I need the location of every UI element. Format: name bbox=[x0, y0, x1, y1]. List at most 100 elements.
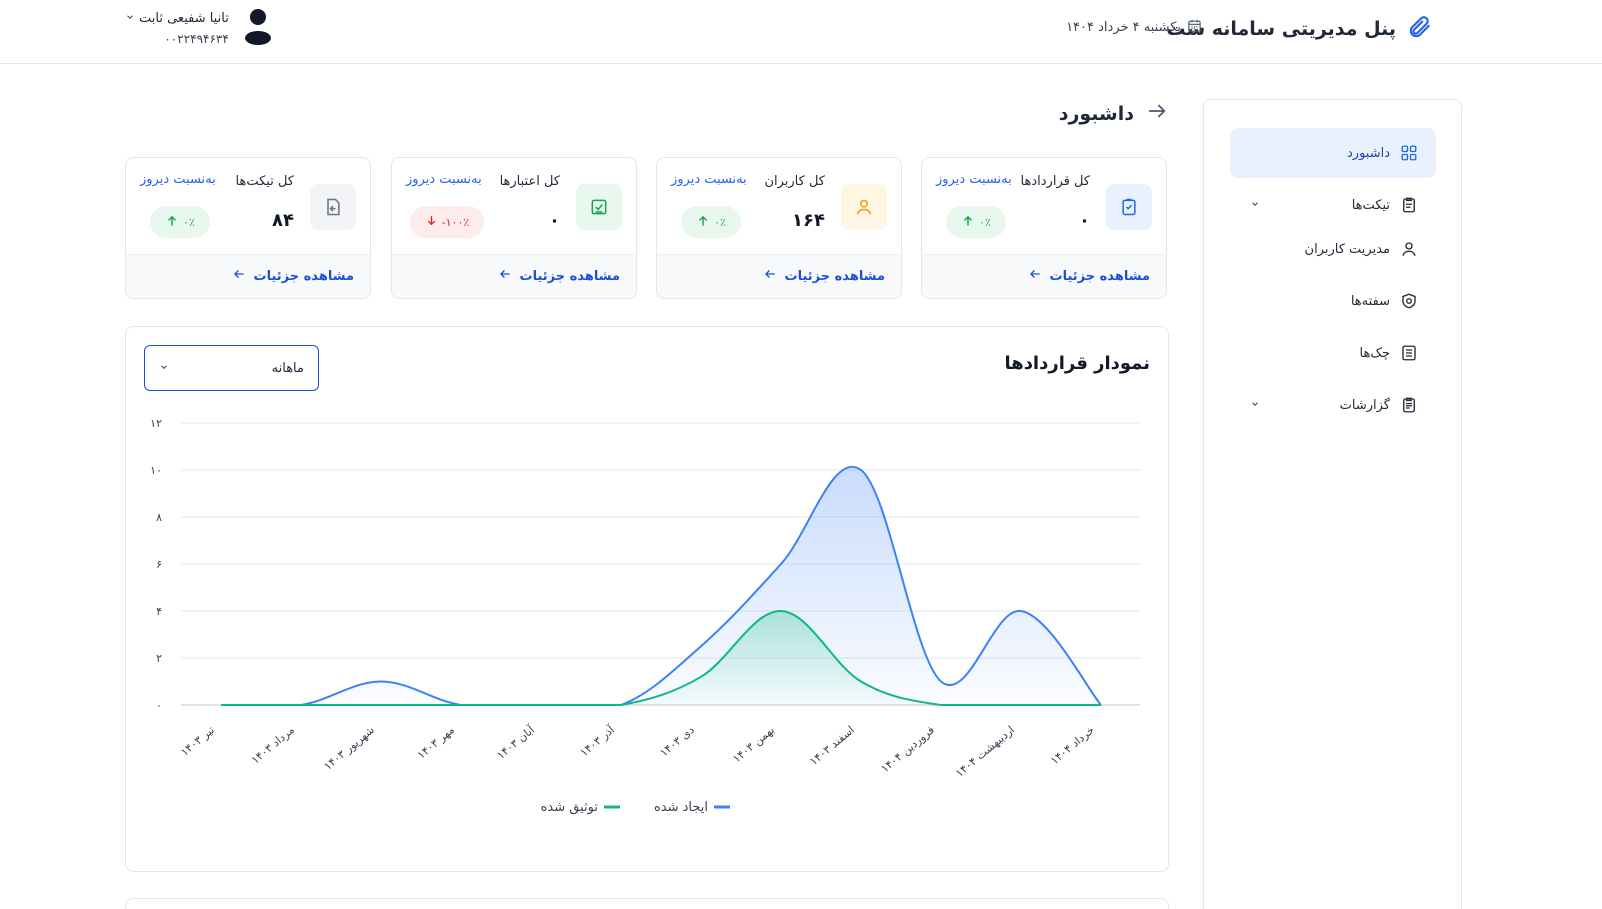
card-footer: مشاهده جزئیات bbox=[392, 254, 636, 298]
x-tick-label: بهمن ۱۴۰۳ bbox=[730, 723, 777, 765]
y-tick-label: ۶ bbox=[156, 558, 162, 571]
paperclip-icon bbox=[1406, 14, 1432, 44]
view-details-link[interactable]: مشاهده جزئیات bbox=[1028, 267, 1150, 285]
change-text: ۰٪ bbox=[183, 215, 195, 229]
link-text: مشاهده جزئیات bbox=[784, 268, 885, 284]
series-area bbox=[221, 466, 1101, 705]
y-tick-label: ۴ bbox=[156, 605, 162, 618]
sidebar-item-label: داشبورد bbox=[1347, 145, 1390, 161]
sidebar-item-promissory-notes[interactable]: سفته‌ها bbox=[1230, 276, 1436, 326]
arrow-left-icon bbox=[763, 267, 777, 285]
sidebar-item-label: چک‌ها bbox=[1359, 345, 1391, 361]
top-bar: پنل مدیریتی سامانه ست یکشنبه ۴ خرداد ۱۴۰… bbox=[0, 0, 1602, 64]
change-badge: ۰٪ bbox=[946, 206, 1006, 238]
chevron-down-icon bbox=[125, 11, 135, 26]
link-text: مشاهده جزئیات bbox=[519, 268, 620, 284]
view-details-link[interactable]: مشاهده جزئیات bbox=[763, 267, 885, 285]
y-tick-label: ۲ bbox=[156, 652, 162, 665]
user-name-text: تانیا شفیعی ثابت bbox=[139, 10, 229, 26]
card-compare: به‌نسبت دیروز bbox=[406, 172, 482, 187]
chart-title: نمودار قراردادها bbox=[1004, 353, 1150, 374]
user-phone: ۰۰۲۲۴۹۴۶۳۴ bbox=[164, 31, 229, 46]
shield-icon bbox=[1400, 292, 1418, 310]
arrow-right-icon[interactable] bbox=[1146, 100, 1168, 127]
sidebar-item-label: گزارشات bbox=[1339, 397, 1390, 413]
card-label: کل قراردادها bbox=[1020, 174, 1090, 189]
clipboard-icon bbox=[1400, 196, 1418, 214]
change-badge: ۰٪ bbox=[681, 206, 741, 238]
legend-label: ایجاد شده bbox=[654, 800, 708, 815]
sidebar-item-tickets[interactable]: تیکت‌ها bbox=[1230, 180, 1436, 230]
sidebar-item-label: تیکت‌ها bbox=[1351, 197, 1390, 213]
ticket-icon bbox=[310, 184, 356, 230]
page-title-text: داشبورد bbox=[1058, 102, 1134, 125]
sidebar-item-users[interactable]: مدیریت کاربران bbox=[1230, 224, 1436, 274]
link-text: مشاهده جزئیات bbox=[253, 268, 354, 284]
arrow-left-icon bbox=[1028, 267, 1042, 285]
sidebar-item-dashboard[interactable]: داشبورد bbox=[1230, 128, 1436, 178]
change-badge: ۰٪ bbox=[150, 206, 210, 238]
grid-icon bbox=[1400, 144, 1418, 162]
card-footer: مشاهده جزئیات bbox=[922, 254, 1166, 298]
sidebar-item-cheques[interactable]: چک‌ها bbox=[1230, 328, 1436, 378]
x-tick-label: آذر ۱۴۰۳ bbox=[577, 722, 618, 759]
arrow-down-icon bbox=[425, 214, 438, 230]
sidebar-item-label: سفته‌ها bbox=[1350, 293, 1390, 309]
list-icon bbox=[1400, 344, 1418, 362]
contracts-chart-card: ۰ ۲ ۴ ۶ ۸ ۱۰ ۱۲ تیر ۱۴۰۳ مرداد ۱۴۰۳ شهریور ۱۴۰۳ مه… bbox=[125, 326, 1169, 872]
view-details-link[interactable]: مشاهده جزئیات bbox=[232, 267, 354, 285]
card-value: ۸۴ bbox=[272, 210, 294, 231]
card-value: ۰ bbox=[1079, 210, 1090, 231]
card-compare: به‌نسبت دیروز bbox=[140, 172, 216, 187]
arrow-up-icon bbox=[961, 214, 975, 231]
y-tick-label: ۱۲ bbox=[150, 417, 162, 430]
y-tick-label: ۰ bbox=[156, 699, 162, 712]
series-line bbox=[220, 466, 1102, 706]
user-name[interactable]: تانیا شفیعی ثابت bbox=[125, 11, 229, 26]
date-text: یکشنبه ۴ خرداد ۱۴۰۴ bbox=[1066, 20, 1181, 35]
report-icon bbox=[1400, 396, 1418, 414]
user-menu[interactable]: تانیا شفیعی ثابت ۰۰۲۲۴۹۴۶۳۴ bbox=[125, 6, 273, 50]
chevron-down-icon bbox=[159, 361, 169, 376]
period-select[interactable]: ماهانه bbox=[144, 345, 319, 391]
stat-card-users: کل کاربران به‌نسبت دیروز ۱۶۴ ۰٪ مشاهده ج… bbox=[656, 157, 902, 299]
x-tick-label: مهر ۱۴۰۳ bbox=[415, 723, 457, 761]
link-text: مشاهده جزئیات bbox=[1049, 268, 1150, 284]
sidebar: داشبورد تیکت‌ها مدیریت کاربران سفته‌ها چ… bbox=[1203, 99, 1462, 909]
user-icon bbox=[841, 184, 887, 230]
x-tick-label: خرداد ۱۴۰۴ bbox=[1048, 723, 1097, 767]
view-details-link[interactable]: مشاهده جزئیات bbox=[498, 267, 620, 285]
contract-icon bbox=[1106, 184, 1152, 230]
x-tick-label: تیر ۱۴۰۳ bbox=[178, 723, 217, 758]
stat-card-tickets: کل تیکت‌ها به‌نسبت دیروز ۸۴ ۰٪ مشاهده جز… bbox=[125, 157, 371, 299]
y-tick-label: ۸ bbox=[156, 511, 162, 524]
x-tick-label: شهریور ۱۴۰۳ bbox=[321, 723, 377, 773]
x-tick-label: فروردین ۱۴۰۴ bbox=[878, 723, 936, 775]
change-text: -۱۰۰٪ bbox=[441, 215, 470, 229]
sidebar-item-reports[interactable]: گزارشات bbox=[1230, 380, 1436, 430]
x-tick-label: مرداد ۱۴۰۳ bbox=[249, 723, 297, 766]
card-label: کل کاربران bbox=[764, 174, 825, 189]
y-tick-label: ۱۰ bbox=[150, 464, 162, 477]
card-label: کل اعتبارها bbox=[499, 174, 560, 189]
card-value: ۰ bbox=[549, 210, 560, 231]
arrow-left-icon bbox=[232, 267, 246, 285]
x-tick-label: اردیبهشت ۱۴۰۴ bbox=[953, 723, 1017, 780]
change-text: ۰٪ bbox=[979, 215, 991, 229]
x-tick-label: اسفند ۱۴۰۳ bbox=[807, 723, 857, 768]
x-tick-label: آبان ۱۴۰۳ bbox=[494, 722, 538, 762]
period-select-value: ماهانه bbox=[271, 360, 304, 376]
sidebar-item-label: مدیریت کاربران bbox=[1304, 241, 1390, 257]
arrow-up-icon bbox=[696, 214, 710, 231]
x-tick-label: دی ۱۴۰۳ bbox=[657, 723, 697, 759]
page-title: داشبورد bbox=[1059, 100, 1168, 127]
stat-card-contracts: کل قراردادها به‌نسبت دیروز ۰ ۰٪ مشاهده ج… bbox=[921, 157, 1167, 299]
chevron-down-icon bbox=[1250, 198, 1260, 213]
calendar-icon bbox=[1187, 18, 1202, 37]
bottom-card bbox=[125, 898, 1169, 909]
card-value: ۱۶۴ bbox=[792, 210, 825, 231]
card-footer: مشاهده جزئیات bbox=[126, 254, 370, 298]
brand: پنل مدیریتی سامانه ست bbox=[1166, 14, 1432, 44]
current-date: یکشنبه ۴ خرداد ۱۴۰۴ bbox=[1066, 18, 1202, 37]
card-footer: مشاهده جزئیات bbox=[657, 254, 901, 298]
